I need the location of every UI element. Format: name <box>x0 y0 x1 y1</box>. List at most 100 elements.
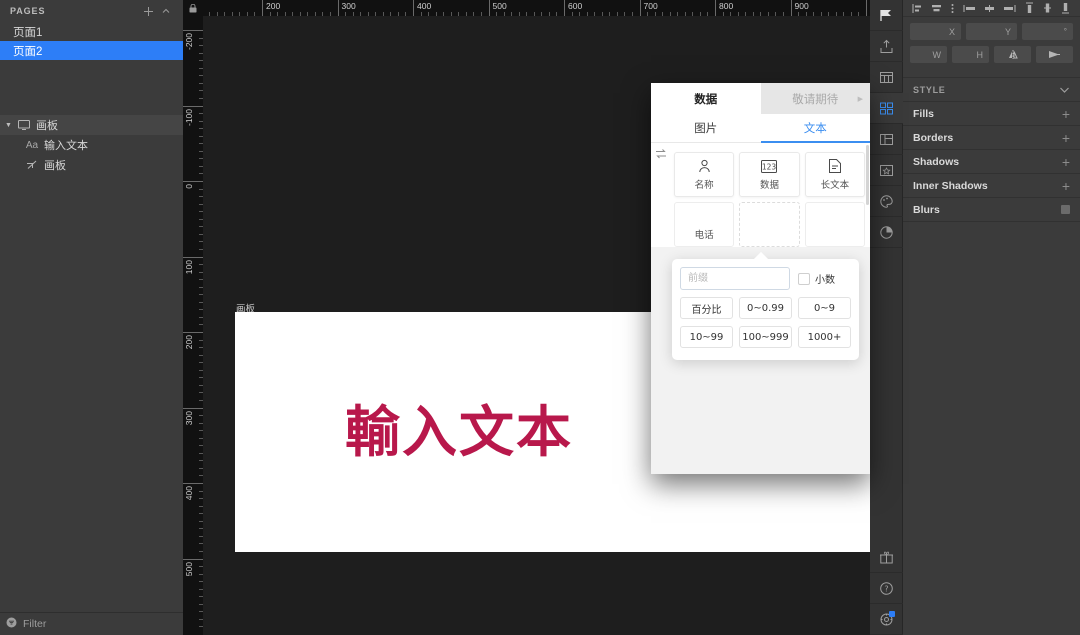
y-field[interactable]: Y <box>966 23 1017 40</box>
w-label: W <box>932 49 942 60</box>
ruler-tick-minor <box>329 12 331 16</box>
ruler-tick-minor <box>292 12 294 16</box>
plus-icon[interactable] <box>139 2 157 20</box>
palette-icon[interactable] <box>869 186 903 217</box>
card-data[interactable]: 123 数据 <box>739 152 800 197</box>
prefix-input[interactable] <box>680 267 790 290</box>
align-bottom-icon[interactable] <box>1060 2 1071 14</box>
decimal-checkbox-wrap[interactable]: 小数 <box>798 271 835 286</box>
align-center-h-icon[interactable] <box>930 3 943 14</box>
ruler-tick-minor <box>654 12 656 16</box>
tab-data[interactable]: 数据 <box>651 83 761 114</box>
disclosure-triangle-icon[interactable]: ▼ <box>3 122 14 129</box>
chevron-down-icon[interactable] <box>1059 81 1070 99</box>
format-button-0-099[interactable]: 0~0.99 <box>739 297 792 319</box>
rotation-field[interactable]: ° <box>1022 23 1073 40</box>
star-box-icon[interactable] <box>869 155 903 186</box>
flip-vertical-icon[interactable] <box>1036 46 1073 63</box>
filter-bar[interactable]: Filter <box>0 612 183 635</box>
popup-tab-bar: 数据 敬请期待 ▶ <box>651 83 870 114</box>
popup-scrollbar[interactable] <box>866 145 869 205</box>
ruler-tick-major: 700 <box>639 0 658 16</box>
page-item-1[interactable]: 页面1 <box>0 22 183 41</box>
page-item-2[interactable]: 页面2 <box>0 41 183 60</box>
tab-coming-soon[interactable]: 敬请期待 ▶ <box>760 83 870 114</box>
pie-chart-icon[interactable] <box>869 217 903 248</box>
ruler-tick-minor <box>828 12 830 16</box>
ruler-tick-minor <box>199 588 203 590</box>
layer-row-text[interactable]: Aa 输入文本 <box>0 135 183 155</box>
text-aa-icon: Aa <box>25 139 39 151</box>
align-edge-left-icon[interactable] <box>963 3 976 14</box>
align-edge-right-icon[interactable] <box>1003 3 1016 14</box>
style-label: Fills <box>913 107 935 120</box>
cursor-flag-icon[interactable] <box>869 0 903 31</box>
width-field[interactable]: W <box>910 46 947 63</box>
format-button-percent[interactable]: 百分比 <box>680 297 733 319</box>
slice-icon <box>22 160 42 170</box>
align-middle-icon[interactable] <box>983 3 996 14</box>
card-placeholder-3[interactable] <box>804 202 865 247</box>
number-format-dropdown: 小数 百分比 0~0.99 0~9 10~99 100~999 1000+ <box>672 251 859 360</box>
ruler-tick-minor <box>465 12 467 16</box>
pages-header: PAGES <box>0 0 183 22</box>
format-button-1000plus[interactable]: 1000+ <box>798 326 851 348</box>
align-top-icon[interactable] <box>1024 2 1035 14</box>
card-long-text[interactable]: 长文本 <box>804 152 865 197</box>
format-button-10-99[interactable]: 10~99 <box>680 326 733 348</box>
style-row-inner-shadows[interactable]: Inner Shadows + <box>903 174 1080 198</box>
ruler-tick-minor <box>216 12 218 16</box>
card-label: 电话 <box>694 230 714 241</box>
ruler-tick-minor <box>199 158 203 160</box>
components-icon[interactable] <box>869 93 903 124</box>
ruler-tick-minor <box>420 12 422 16</box>
flip-horizontal-icon[interactable] <box>994 46 1031 63</box>
layer-row-slice[interactable]: 画板 <box>0 155 183 175</box>
vertical-ruler[interactable]: -200 -100 0 100 200 300 400 500 <box>183 16 203 635</box>
add-fill-icon[interactable]: + <box>1062 107 1070 121</box>
card-placeholder-2[interactable] <box>739 202 800 247</box>
add-shadow-icon[interactable]: + <box>1062 155 1070 169</box>
layer-row-artboard[interactable]: ▼ 画板 <box>0 115 183 135</box>
export-icon[interactable] <box>869 31 903 62</box>
add-inner-shadow-icon[interactable]: + <box>1062 179 1070 193</box>
decimal-checkbox[interactable] <box>798 272 810 285</box>
gift-icon[interactable] <box>869 542 903 573</box>
ruler-tick-label: 600 <box>568 1 583 11</box>
ruler-tick-minor <box>199 467 203 469</box>
format-button-0-9[interactable]: 0~9 <box>798 297 851 319</box>
popup-subtab-bar: 图片 文本 <box>651 114 870 143</box>
panels-icon[interactable] <box>869 124 903 155</box>
style-row-blurs[interactable]: Blurs <box>903 198 1080 222</box>
style-row-fills[interactable]: Fills + <box>903 102 1080 126</box>
card-phone[interactable]: 电话 <box>674 202 735 247</box>
distribute-icon[interactable] <box>950 3 955 14</box>
style-row-borders[interactable]: Borders + <box>903 126 1080 150</box>
height-field[interactable]: H <box>952 46 989 63</box>
settings-gear-icon[interactable] <box>869 604 903 635</box>
style-row-shadows[interactable]: Shadows + <box>903 150 1080 174</box>
subtab-text[interactable]: 文本 <box>760 114 871 143</box>
subtab-image[interactable]: 图片 <box>651 114 761 142</box>
artboard-text-layer[interactable]: 輸入文本 <box>345 387 573 467</box>
ruler-lock-icon[interactable] <box>183 0 203 16</box>
add-border-icon[interactable]: + <box>1062 131 1070 145</box>
horizontal-ruler[interactable]: 200 300 400 500 600 700 800 900 1,0 <box>203 0 870 16</box>
ruler-tick-minor <box>752 12 754 16</box>
align-left-icon[interactable] <box>912 3 923 14</box>
help-circle-icon[interactable]: ? <box>869 573 903 604</box>
style-section-header[interactable]: STYLE <box>903 78 1080 102</box>
card-name[interactable]: 名称 <box>674 152 735 197</box>
x-field[interactable]: X <box>910 23 961 40</box>
svg-text:?: ? <box>884 584 888 593</box>
filter-label: Filter <box>23 618 47 630</box>
grid-layout-icon[interactable] <box>869 62 903 93</box>
ruler-tick-minor <box>375 12 377 16</box>
ruler-tick-minor <box>199 573 203 575</box>
blur-toggle[interactable] <box>1061 205 1070 214</box>
align-center-v-icon[interactable] <box>1042 2 1053 14</box>
swap-arrows-icon[interactable] <box>655 145 667 164</box>
ruler-tick-minor <box>435 12 437 16</box>
format-button-100-999[interactable]: 100~999 <box>739 326 792 348</box>
chevron-up-icon[interactable] <box>157 2 175 20</box>
